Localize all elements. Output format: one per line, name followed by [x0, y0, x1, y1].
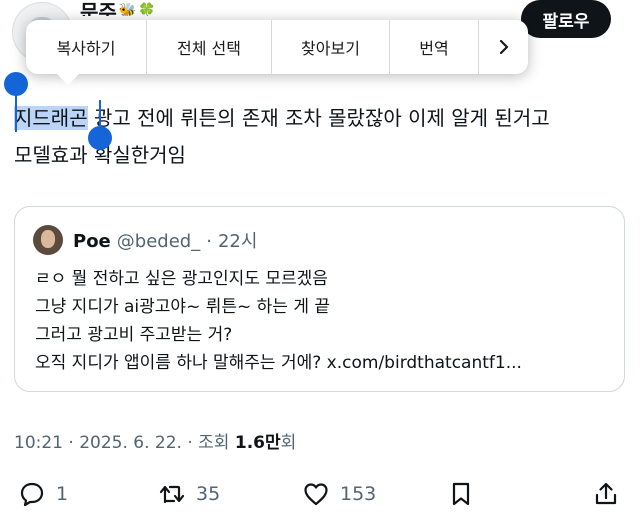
tweet-time: 10:21: [14, 433, 63, 453]
bookmark-button[interactable]: [447, 477, 475, 511]
retweet-icon: [159, 485, 185, 504]
retweet-count: 35: [196, 483, 221, 505]
quote-body: ㄹㅇ 뭘 전하고 싶은 광고인지도 모르겠음 그냥 지디가 ai광고야~ 뤼튼~…: [35, 265, 522, 377]
tweet-line-1-rest: 광고 전에 뤼튼의 존재 조차 몰랐잖아 이제 알게 된거고: [87, 106, 550, 130]
selected-text: 지드래곤: [14, 106, 88, 130]
views-label: 조회: [198, 433, 230, 453]
meta-dot: ·: [68, 433, 74, 453]
quote-dot: ·: [206, 231, 212, 252]
like-count: 153: [340, 483, 377, 505]
quote-author-name: Poe: [73, 231, 111, 252]
views-count: 1.6만: [234, 433, 281, 453]
bee-emoji-icon: 🐝: [118, 3, 137, 16]
quote-author-avatar: [33, 225, 63, 255]
menu-pointer: [56, 73, 80, 85]
clover-emoji-icon: 🍀: [138, 3, 156, 16]
tweet-meta: 10:21 · 2025. 6. 22. · 조회 1.6만회: [14, 428, 296, 453]
menu-translate[interactable]: 번역: [390, 20, 479, 74]
chevron-right-icon[interactable]: [479, 20, 528, 74]
selection-end-handle[interactable]: [88, 126, 112, 150]
heart-icon: [304, 483, 328, 506]
reply-icon: [20, 482, 44, 507]
quote-time: 22시: [217, 231, 258, 252]
author-name: 문주: [80, 0, 117, 16]
retweet-button[interactable]: 35: [158, 477, 220, 511]
quote-author-handle: @beded_: [116, 231, 201, 252]
reply-count: 1: [56, 483, 69, 505]
menu-select-all[interactable]: 전체 선택: [147, 20, 272, 74]
like-button[interactable]: 153: [302, 477, 376, 511]
quote-line: 오직 지디가 앱이름 하나 말해주는 거에? x.com/birdthatcan…: [35, 353, 522, 373]
reply-button[interactable]: 1: [18, 477, 68, 511]
menu-look-up[interactable]: 찾아보기: [272, 20, 390, 74]
tweet-date: 2025. 6. 22.: [79, 433, 182, 453]
follow-button[interactable]: 팔로우: [521, 0, 611, 38]
quote-line: 그냥 지디가 ai광고야~ 뤼튼~ 하는 게 끝: [35, 297, 331, 317]
selection-start-stem: [15, 92, 17, 132]
quote-line: 그러고 광고비 주고받는 거?: [35, 325, 233, 345]
views-suffix: 회: [280, 433, 297, 453]
meta-dot: ·: [187, 433, 193, 453]
share-button[interactable]: [592, 477, 620, 511]
selection-start-handle[interactable]: [4, 72, 28, 96]
menu-copy[interactable]: 복사하기: [26, 20, 147, 74]
quote-header: Poe @beded_ · 22시: [73, 227, 257, 253]
quote-tweet-card[interactable]: Poe @beded_ · 22시 ㄹㅇ 뭘 전하고 싶은 광고인지도 모르겠음…: [14, 206, 625, 392]
quote-line: ㄹㅇ 뭘 전하고 싶은 광고인지도 모르겠음: [35, 269, 328, 289]
text-selection-menu: 복사하기 전체 선택 찾아보기 번역: [26, 20, 528, 74]
share-icon: [595, 482, 617, 505]
author-name-row[interactable]: 문주 🐝 🍀: [80, 0, 156, 16]
bookmark-icon: [452, 482, 470, 506]
